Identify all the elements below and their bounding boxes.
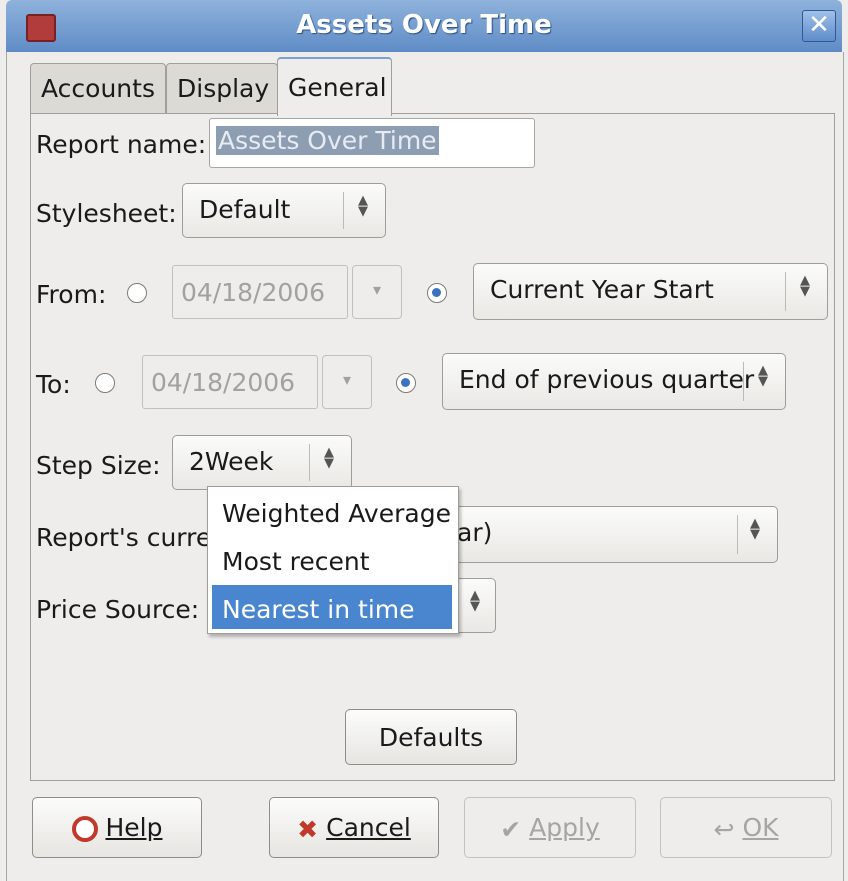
apply-button[interactable]: ✔ Apply <box>464 797 636 858</box>
to-label: To: <box>36 370 71 399</box>
checkmark-icon: ✔ <box>500 814 522 844</box>
to-date-picker-button[interactable]: ▾ <box>322 355 372 409</box>
help-icon <box>71 816 98 842</box>
popup-option-nearest-in-time[interactable]: Nearest in time <box>212 585 452 629</box>
from-date-radio[interactable] <box>127 283 147 303</box>
tab-display[interactable]: Display <box>166 63 278 113</box>
tab-label: Accounts <box>41 74 155 103</box>
ok-button[interactable]: ↩ OK <box>660 797 832 858</box>
return-arrow-icon: ↩ <box>713 814 735 844</box>
from-relative-select[interactable]: Current Year Start ▲ ▼ <box>473 263 828 320</box>
defaults-button[interactable]: Defaults <box>345 709 517 765</box>
from-date-picker-button[interactable]: ▾ <box>352 265 402 319</box>
popup-option-most-recent[interactable]: Most recent <box>212 537 452 581</box>
tab-label: General <box>288 73 387 102</box>
step-size-value: 2Week <box>189 447 274 476</box>
help-label: Help <box>105 813 163 842</box>
cancel-label: Cancel <box>326 813 411 842</box>
price-source-popup: Weighted Average Most recent Nearest in … <box>207 486 459 634</box>
window-title: Assets Over Time <box>296 10 552 40</box>
updown-arrows-icon: ▲ ▼ <box>750 516 760 542</box>
report-name-input[interactable]: Assets Over Time <box>209 118 535 168</box>
updown-arrows-icon: ▲ ▼ <box>324 445 334 471</box>
cancel-icon: ✖ <box>297 814 319 844</box>
from-relative-value: Current Year Start <box>490 275 714 304</box>
popup-option-weighted-average[interactable]: Weighted Average <box>212 489 452 533</box>
updown-arrows-icon: ▲ ▼ <box>470 588 480 614</box>
currency-label: Report's currency: <box>36 523 207 552</box>
to-relative-select[interactable]: End of previous quarter ▲ ▼ <box>442 353 786 410</box>
tab-general[interactable]: General <box>277 57 392 116</box>
ok-label: OK <box>742 813 779 842</box>
to-relative-value: End of previous quarter <box>459 365 755 394</box>
report-name-label: Report name: <box>36 130 207 159</box>
to-date-input[interactable]: 04/18/2006 <box>142 355 318 409</box>
to-date-radio[interactable] <box>95 373 115 393</box>
chevron-down-icon: ▾ <box>342 370 352 389</box>
step-size-select[interactable]: 2Week ▲ ▼ <box>172 435 352 490</box>
cancel-button[interactable]: ✖ Cancel <box>269 797 439 858</box>
updown-arrows-icon: ▲ ▼ <box>358 193 368 219</box>
currency-value: ar) <box>457 518 493 547</box>
from-date-input[interactable]: 04/18/2006 <box>172 265 348 319</box>
step-size-label: Step Size: <box>36 451 161 480</box>
apply-label: Apply <box>529 813 600 842</box>
from-relative-radio[interactable] <box>427 283 447 303</box>
title-bar[interactable]: Assets Over Time ✕ <box>6 0 842 52</box>
help-button[interactable]: Help <box>32 797 202 858</box>
chevron-down-icon: ▾ <box>372 280 382 299</box>
from-date-value: 04/18/2006 <box>181 278 326 307</box>
tab-accounts[interactable]: Accounts <box>30 63 166 113</box>
to-relative-radio[interactable] <box>396 373 416 393</box>
stylesheet-select[interactable]: Default ▲ ▼ <box>182 183 386 238</box>
to-date-value: 04/18/2006 <box>151 368 296 397</box>
stylesheet-label: Stylesheet: <box>36 199 177 228</box>
report-name-value: Assets Over Time <box>216 126 439 155</box>
stylesheet-value: Default <box>199 195 291 224</box>
tab-label: Display <box>177 74 270 103</box>
close-icon[interactable]: ✕ <box>802 10 836 42</box>
updown-arrows-icon: ▲ ▼ <box>758 363 768 389</box>
updown-arrows-icon: ▲ ▼ <box>800 273 810 299</box>
from-label: From: <box>36 280 107 309</box>
price-source-label: Price Source: <box>36 595 200 624</box>
